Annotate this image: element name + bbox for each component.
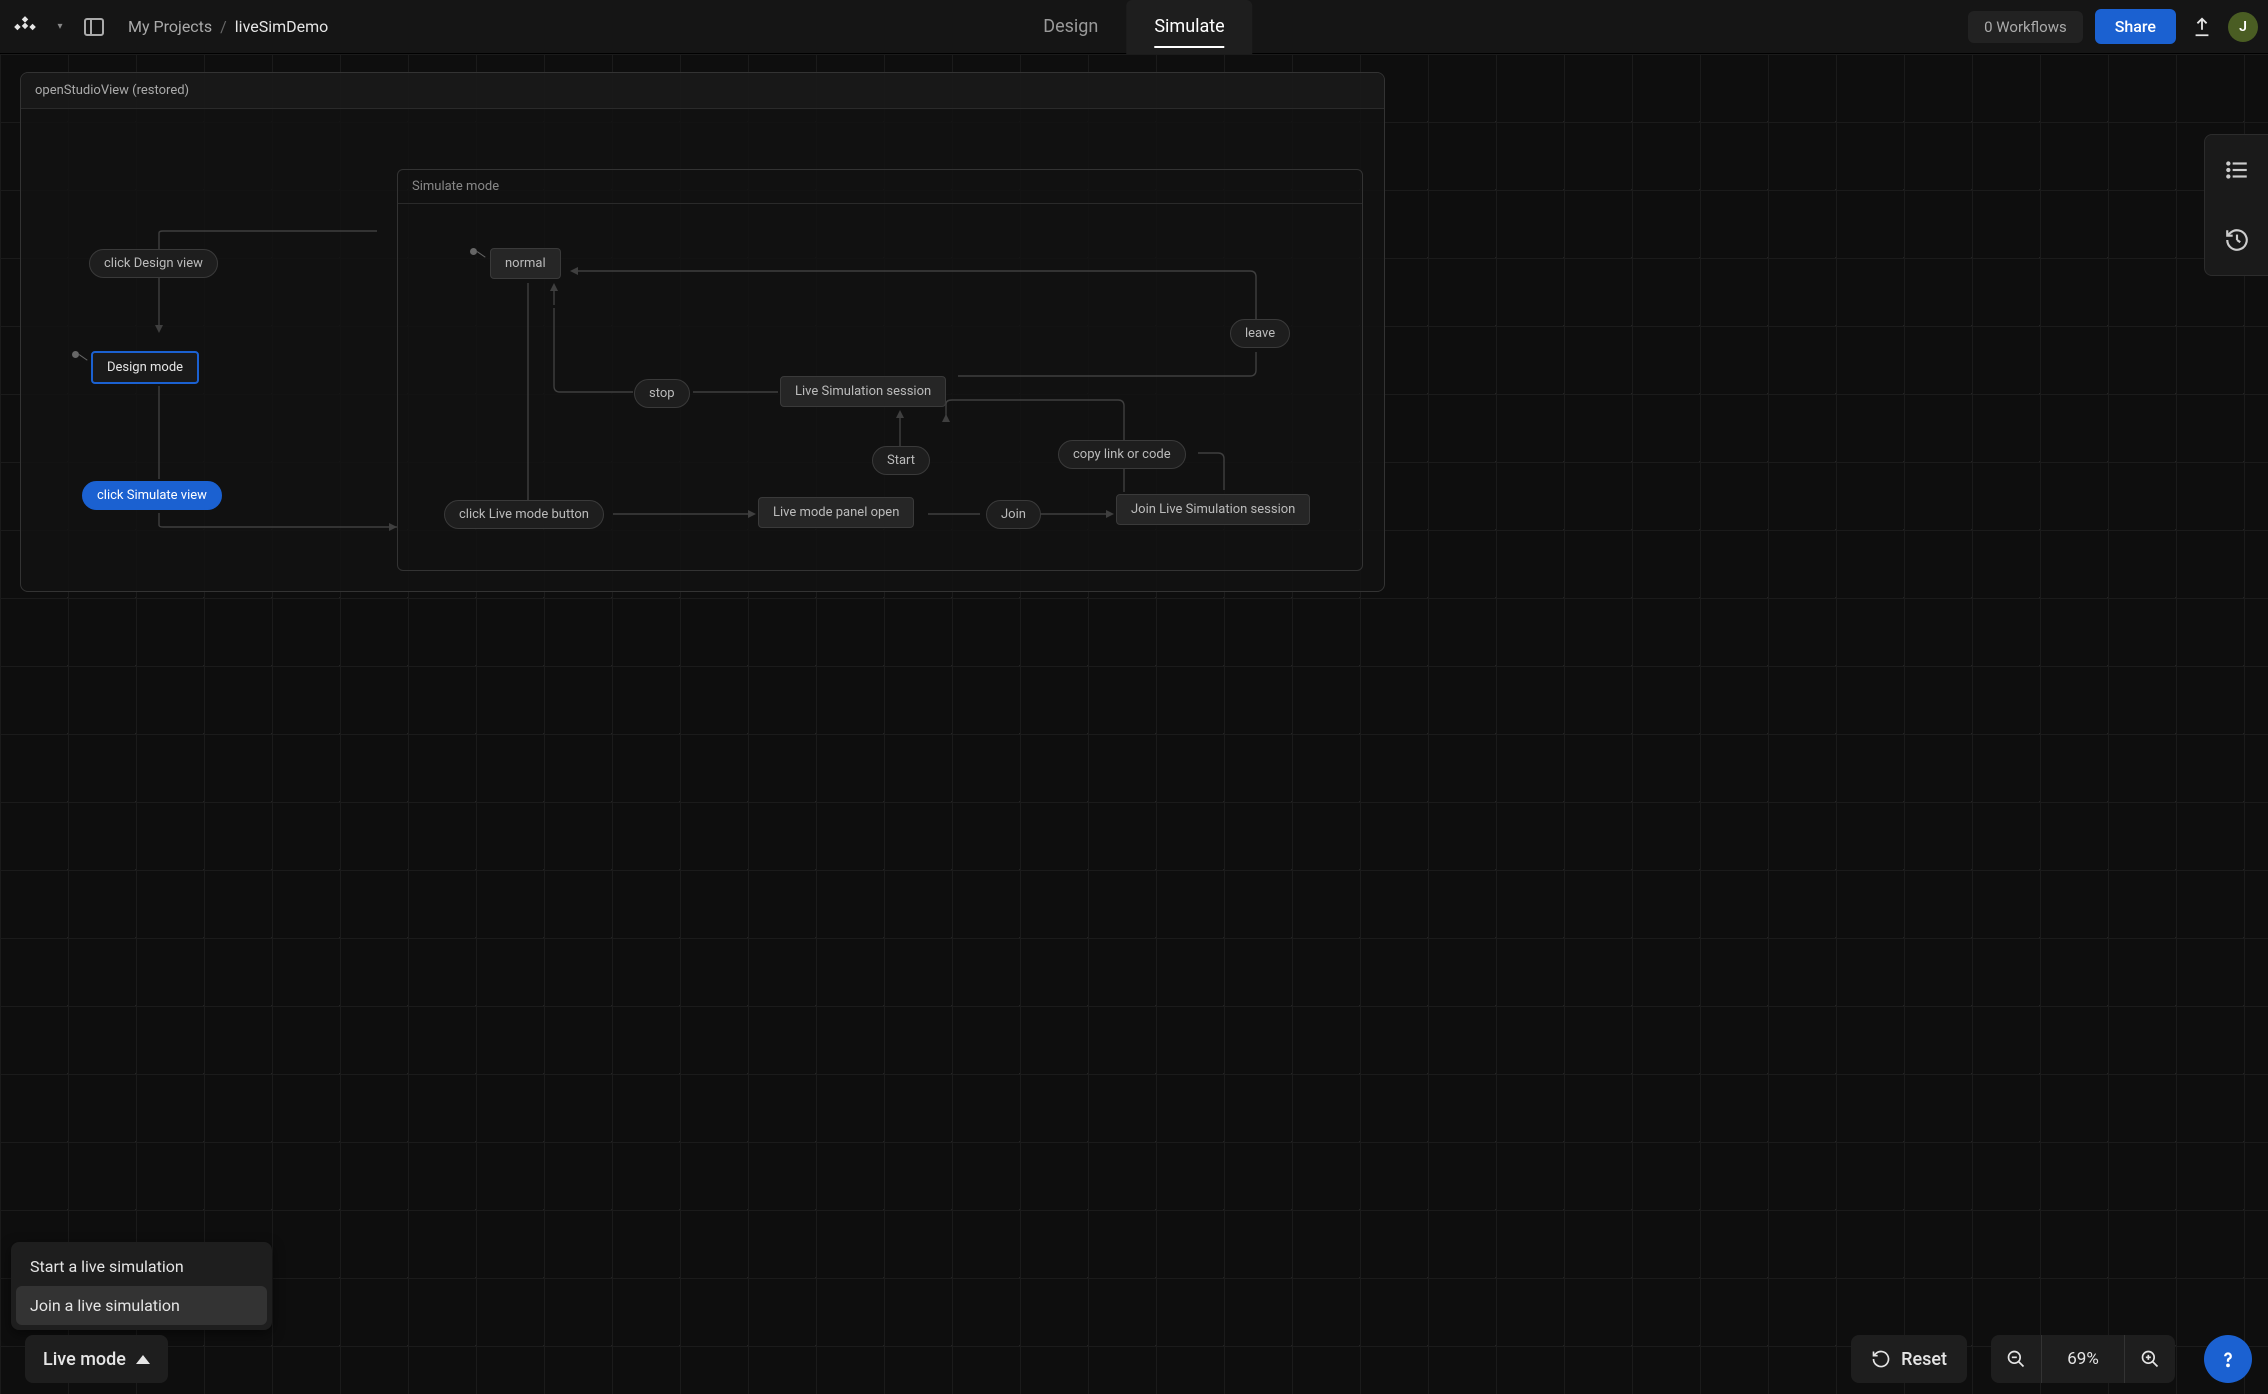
- node-copy-link[interactable]: copy link or code: [1058, 440, 1186, 469]
- node-join[interactable]: Join: [986, 500, 1041, 529]
- frame-title: openStudioView (restored): [21, 73, 1384, 109]
- tab-simulate[interactable]: Simulate: [1126, 0, 1252, 54]
- workflows-badge[interactable]: 0 Workflows: [1968, 11, 2083, 43]
- node-leave[interactable]: leave: [1230, 319, 1290, 348]
- logo-menu-caret[interactable]: ▾: [50, 21, 70, 32]
- chevron-up-icon: [136, 1355, 150, 1364]
- initial-marker-outer: [72, 351, 79, 358]
- share-button[interactable]: Share: [2095, 9, 2176, 44]
- tab-design[interactable]: Design: [1015, 0, 1126, 54]
- history-icon[interactable]: [2205, 205, 2268, 275]
- node-live-mode-panel-open[interactable]: Live mode panel open: [758, 497, 914, 528]
- node-join-live-sim-session[interactable]: Join Live Simulation session: [1116, 494, 1310, 525]
- breadcrumb: My Projects / liveSimDemo: [128, 17, 328, 36]
- menu-start-live-sim[interactable]: Start a live simulation: [16, 1247, 267, 1286]
- live-mode-label: Live mode: [43, 1349, 126, 1370]
- side-panel: [2204, 134, 2268, 276]
- node-live-sim-session[interactable]: Live Simulation session: [780, 376, 946, 407]
- reset-button[interactable]: Reset: [1851, 1335, 1967, 1383]
- export-icon[interactable]: [2188, 13, 2216, 41]
- panel-toggle-icon[interactable]: [80, 13, 108, 41]
- menu-join-live-sim[interactable]: Join a live simulation: [16, 1286, 267, 1325]
- zoom-out-button[interactable]: [1991, 1335, 2041, 1383]
- list-icon[interactable]: [2205, 135, 2268, 205]
- help-button[interactable]: [2204, 1335, 2252, 1383]
- zoom-controls: 69%: [1991, 1335, 2175, 1383]
- node-click-simulate-view[interactable]: click Simulate view: [82, 481, 222, 510]
- simulate-mode-frame[interactable]: Simulate mode: [397, 169, 1363, 571]
- reset-label: Reset: [1901, 1349, 1947, 1370]
- live-mode-button[interactable]: Live mode: [25, 1335, 168, 1383]
- node-stop[interactable]: stop: [634, 379, 690, 408]
- canvas[interactable]: openStudioView (restored) click Design v…: [0, 54, 2268, 1394]
- breadcrumb-project[interactable]: liveSimDemo: [235, 17, 328, 36]
- node-normal[interactable]: normal: [490, 248, 561, 279]
- initial-marker-inner: [470, 248, 477, 255]
- zoom-level[interactable]: 69%: [2041, 1335, 2125, 1383]
- node-design-mode[interactable]: Design mode: [91, 351, 199, 384]
- node-click-live-mode-button[interactable]: click Live mode button: [444, 500, 604, 529]
- app-logo[interactable]: [10, 12, 40, 42]
- breadcrumb-separator: /: [220, 17, 227, 36]
- node-click-design-view[interactable]: click Design view: [89, 249, 218, 278]
- node-start[interactable]: Start: [872, 446, 930, 475]
- breadcrumb-root[interactable]: My Projects: [128, 17, 212, 36]
- avatar[interactable]: J: [2228, 12, 2258, 42]
- statechart-frame[interactable]: openStudioView (restored) click Design v…: [20, 72, 1385, 592]
- simframe-title: Simulate mode: [398, 170, 1362, 204]
- zoom-in-button[interactable]: [2125, 1335, 2175, 1383]
- live-mode-menu: Start a live simulation Join a live simu…: [11, 1242, 272, 1330]
